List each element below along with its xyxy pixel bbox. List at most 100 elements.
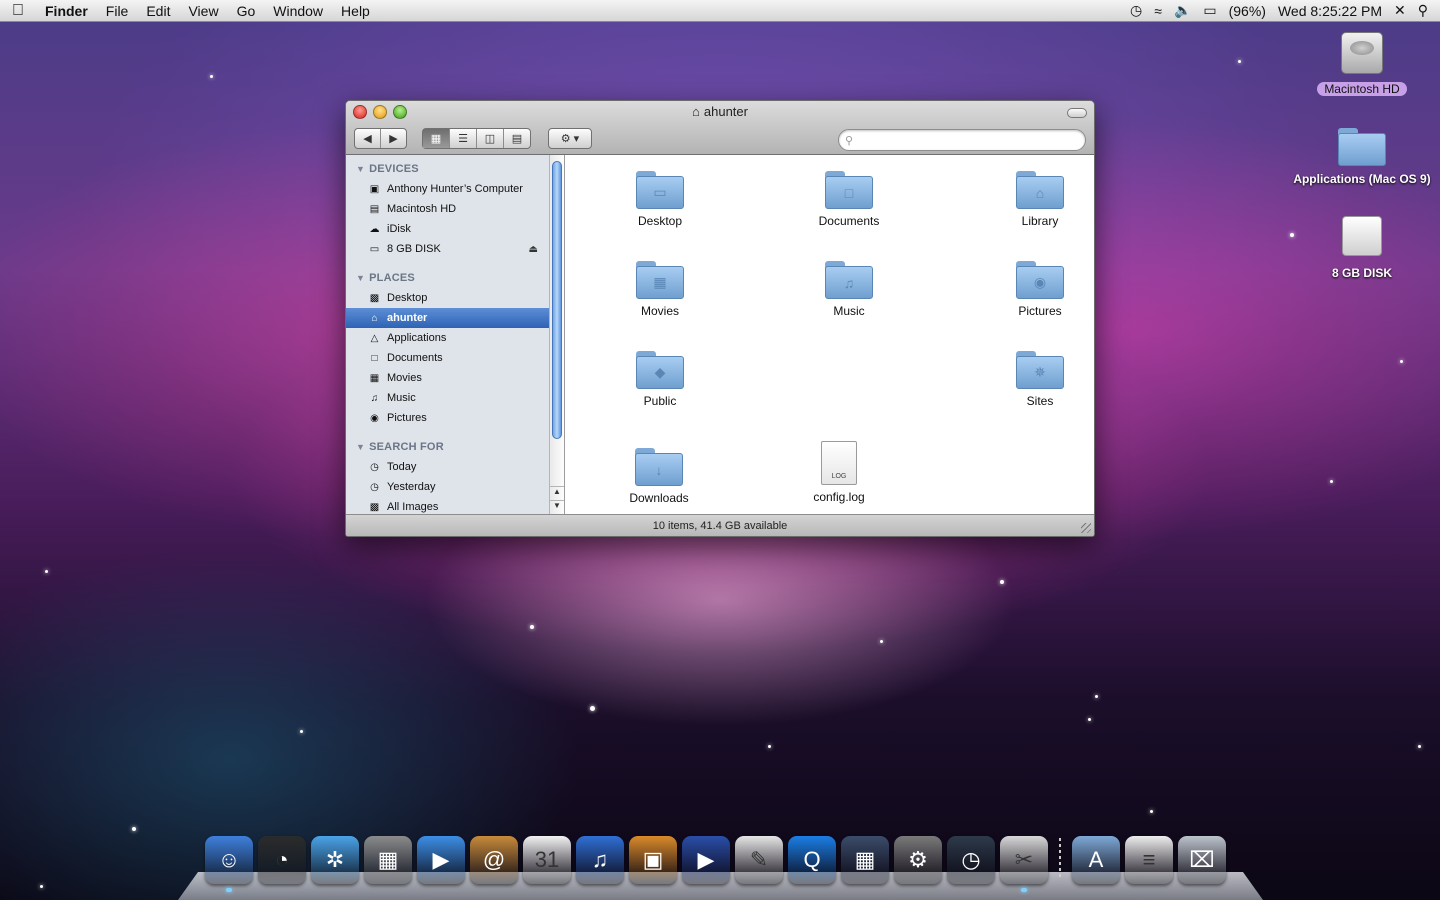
- menu-finder[interactable]: Finder: [36, 3, 97, 19]
- resize-handle-icon[interactable]: [1081, 523, 1091, 533]
- dashboard-icon[interactable]: ◔: [258, 836, 306, 884]
- safari-icon[interactable]: ✲: [311, 836, 359, 884]
- file-item-downloads[interactable]: ↓ Downloads: [604, 448, 714, 505]
- apple-menu-icon[interactable]: : [0, 2, 36, 20]
- system-preferences-icon[interactable]: ⚙: [894, 836, 942, 884]
- sidebar-item-idisk[interactable]: ☁ iDisk: [346, 219, 564, 239]
- sidebar-item-applications[interactable]: △ Applications: [346, 328, 564, 348]
- file-item-pictures[interactable]: ◉ Pictures: [985, 261, 1094, 318]
- desktop-icon-8gb-disk[interactable]: 8 GB DISK: [1292, 216, 1432, 280]
- file-name: Music: [833, 304, 865, 318]
- sidebar-scrollbar[interactable]: ▲ ▼: [549, 155, 564, 514]
- documents-stack-icon[interactable]: ≡: [1125, 836, 1173, 884]
- time-machine-icon[interactable]: ◷: [947, 836, 995, 884]
- desktop-icon-macintosh-hd[interactable]: Macintosh HD: [1292, 32, 1432, 98]
- trash-icon[interactable]: ⌧: [1178, 836, 1226, 884]
- disclosure-triangle-icon[interactable]: ▼: [356, 164, 365, 174]
- sidebar-heading-devices[interactable]: ▼ DEVICES: [346, 159, 564, 179]
- menu-clock[interactable]: Wed 8:25:22 PM: [1278, 3, 1382, 19]
- grab-icon[interactable]: ✂: [1000, 836, 1048, 892]
- dock: ☺ ◔ ✲ ▦ ▶ @31 ♫ ▣ ▶ ✎ Q ▦ ⚙ ◷ ✂ A ≡ ⌧: [205, 832, 1226, 892]
- search-field[interactable]: ⚲: [838, 129, 1086, 151]
- column-view-button[interactable]: ◫: [477, 129, 504, 148]
- bluetooth-icon[interactable]: ✕: [1394, 2, 1406, 19]
- file-item-music[interactable]: ♫ Music: [794, 261, 904, 318]
- menu-view[interactable]: View: [179, 3, 227, 19]
- spaces-icon[interactable]: ▦: [841, 836, 889, 884]
- spotlight-search-icon[interactable]: ⚲: [1418, 2, 1428, 19]
- scroll-up-arrow-icon[interactable]: ▲: [550, 486, 564, 500]
- desktop-icon: ▩: [369, 292, 380, 304]
- disclosure-triangle-icon[interactable]: ▼: [356, 442, 365, 452]
- ichat-icon[interactable]: ▶: [417, 836, 465, 884]
- menu-help[interactable]: Help: [332, 3, 379, 19]
- sidebar-item-ahunter[interactable]: ⌂ ahunter: [346, 308, 564, 328]
- file-item-desktop[interactable]: ▭ Desktop: [605, 171, 715, 228]
- list-view-button[interactable]: ☰: [450, 129, 477, 148]
- sidebar-item-desktop[interactable]: ▩ Desktop: [346, 288, 564, 308]
- status-text: 10 items, 41.4 GB available: [652, 519, 788, 532]
- toolbar-toggle-button[interactable]: [1067, 108, 1087, 118]
- scroll-down-arrow-icon[interactable]: ▼: [550, 500, 564, 514]
- file-item-public[interactable]: ◆ Public: [605, 351, 715, 408]
- file-item-config-log[interactable]: LOG config.log: [784, 441, 894, 504]
- sidebar-item-music[interactable]: ♫ Music: [346, 388, 564, 408]
- dock-glyph: ▣: [642, 847, 664, 872]
- dock-glyph: ✂: [1014, 847, 1034, 872]
- idisk-icon: ☁: [369, 223, 380, 235]
- file-item-movies[interactable]: ▦ Movies: [605, 261, 715, 318]
- view-mode-control: ▦ ☰ ◫ ▤: [422, 128, 531, 149]
- iphoto-icon[interactable]: ▣: [629, 836, 677, 884]
- ical-icon[interactable]: 31: [523, 836, 571, 884]
- scrollbar-thumb[interactable]: [552, 161, 562, 439]
- sidebar-item-yesterday[interactable]: ◷ Yesterday: [346, 477, 564, 497]
- menu-go[interactable]: Go: [228, 3, 265, 19]
- sidebar-item-documents[interactable]: □ Documents: [346, 348, 564, 368]
- sidebar-item-8gb-disk[interactable]: ▭ 8 GB DISK ⏏: [346, 239, 564, 259]
- action-menu-button[interactable]: ⚙ ▾: [548, 128, 592, 149]
- disclosure-triangle-icon[interactable]: ▼: [356, 273, 365, 283]
- battery-icon[interactable]: ▭: [1203, 2, 1216, 19]
- icon-view-button[interactable]: ▦: [423, 129, 450, 148]
- sidebar-heading-search-for[interactable]: ▼ SEARCH FOR: [346, 437, 564, 457]
- menu-edit[interactable]: Edit: [137, 3, 179, 19]
- dock-glyph: ≡: [1142, 847, 1156, 872]
- menu-window[interactable]: Window: [264, 3, 332, 19]
- window-titlebar[interactable]: ⌂ ahunter ◀ ▶ ▦ ☰ ◫ ▤ ⚙ ▾ ⚲: [346, 101, 1094, 155]
- folder-icon: ↓: [635, 448, 683, 486]
- images-icon: ▩: [369, 501, 380, 513]
- applications-stack-icon[interactable]: A: [1072, 836, 1120, 884]
- back-button[interactable]: ◀: [355, 129, 381, 148]
- quicktime-icon[interactable]: Q: [788, 836, 836, 884]
- sidebar-item-movies[interactable]: ▦ Movies: [346, 368, 564, 388]
- desktop-icon-applications-os9[interactable]: Applications (Mac OS 9): [1292, 128, 1432, 186]
- file-item-sites[interactable]: ✵ Sites: [985, 351, 1094, 408]
- imovie-icon[interactable]: ▶: [682, 836, 730, 884]
- sidebar-item-macintosh-hd[interactable]: ▤ Macintosh HD: [346, 199, 564, 219]
- forward-button[interactable]: ▶: [381, 129, 406, 148]
- battery-percent[interactable]: (96%): [1229, 3, 1266, 19]
- itunes-icon[interactable]: ♫: [576, 836, 624, 884]
- menu-file[interactable]: File: [97, 3, 138, 19]
- eject-icon[interactable]: ⏏: [529, 244, 538, 255]
- sidebar-item-all-images[interactable]: ▩ All Images: [346, 497, 564, 514]
- file-item-library[interactable]: ⌂ Library: [985, 171, 1094, 228]
- sidebar-heading-places[interactable]: ▼ PLACES: [346, 268, 564, 288]
- sidebar-item-computer[interactable]: ▣ Anthony Hunter’s Computer: [346, 179, 564, 199]
- folder-icon: □: [825, 171, 873, 209]
- applications-icon: △: [370, 332, 379, 344]
- sidebar-item-today[interactable]: ◷ Today: [346, 457, 564, 477]
- file-name: Public: [643, 394, 677, 408]
- wifi-icon[interactable]: ≈: [1154, 3, 1162, 19]
- finder-icon[interactable]: ☺: [205, 836, 253, 892]
- calculator-icon[interactable]: ▦: [364, 836, 412, 884]
- address-book-icon[interactable]: @: [470, 836, 518, 884]
- volume-icon[interactable]: 🔈: [1174, 2, 1191, 19]
- search-input[interactable]: [857, 134, 1058, 146]
- preview-icon[interactable]: ✎: [735, 836, 783, 884]
- sidebar-item-pictures[interactable]: ◉ Pictures: [346, 408, 564, 428]
- hard-drive-icon: [1341, 32, 1383, 74]
- time-machine-menu-icon[interactable]: ◷: [1130, 2, 1142, 19]
- coverflow-view-button[interactable]: ▤: [504, 129, 530, 148]
- file-item-documents[interactable]: □ Documents: [794, 171, 904, 228]
